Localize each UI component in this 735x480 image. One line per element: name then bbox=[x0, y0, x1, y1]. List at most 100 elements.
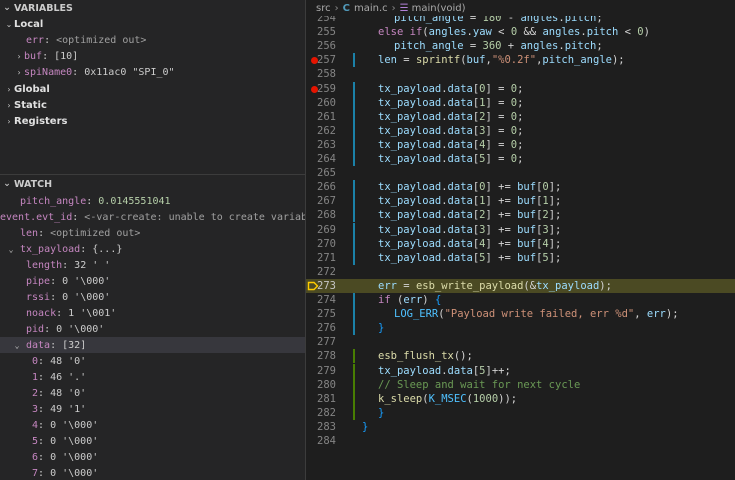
code-line[interactable]: 281 k_sleep(K_MSEC(1000)); bbox=[306, 391, 735, 406]
data-element-row[interactable]: 7: 0 '\000' bbox=[0, 465, 305, 480]
code-line[interactable]: 257 len = sprintf(buf,"%0.2f",pitch_angle… bbox=[306, 53, 735, 68]
change-indicator bbox=[353, 236, 355, 251]
change-indicator bbox=[353, 208, 355, 223]
change-indicator bbox=[353, 222, 355, 237]
variable-name: err bbox=[26, 34, 45, 46]
code-line[interactable]: 262 tx_payload.data[3] = 0; bbox=[306, 123, 735, 138]
watch-item-evt-id[interactable]: event.evt_id : <-var-create: unable to c… bbox=[0, 209, 305, 225]
current-code-line[interactable]: 273 err = esb_write_payload(&tx_payload); bbox=[306, 278, 735, 293]
code-line[interactable]: 272 bbox=[306, 265, 735, 279]
variable-value: 0x11ac0 "SPI_0" bbox=[84, 66, 175, 78]
element-value: 0 '\000' bbox=[50, 451, 99, 463]
code-line[interactable]: 260 tx_payload.data[1] = 0; bbox=[306, 95, 735, 110]
change-indicator bbox=[353, 152, 355, 166]
tx-payload-data[interactable]: ⌄ data : [32] bbox=[0, 337, 305, 353]
data-element-row[interactable]: 2: 48 '0' bbox=[0, 385, 305, 401]
data-element-row[interactable]: 1: 46 '.' bbox=[0, 369, 305, 385]
change-indicator bbox=[353, 405, 355, 420]
code-line[interactable]: 283} bbox=[306, 420, 735, 434]
chevron-right-icon: › bbox=[7, 100, 11, 110]
code-line[interactable]: 271 tx_payload.data[5] += buf[5]; bbox=[306, 250, 735, 265]
scope-registers[interactable]: › Registers bbox=[0, 113, 305, 129]
scope-global[interactable]: › Global bbox=[0, 81, 305, 97]
scope-static[interactable]: › Static bbox=[0, 97, 305, 113]
tx-payload-rssi[interactable]: rssi : 0 '\000' bbox=[0, 289, 305, 305]
tx-payload-length[interactable]: length : 32 ' ' bbox=[0, 257, 305, 273]
field-name: pid bbox=[26, 323, 45, 335]
code-text: tx_payload.data[1] = 0; bbox=[378, 96, 524, 109]
code-text: pitch_angle = 360 + angles.pitch; bbox=[394, 40, 603, 53]
code-line[interactable]: 259 tx_payload.data[0] = 0; bbox=[306, 81, 735, 96]
watch-item-len[interactable]: len : <optimized out> bbox=[0, 225, 305, 241]
code-line[interactable]: 256 pitch_angle = 360 + angles.pitch; bbox=[306, 39, 735, 53]
chevron-right-icon: › bbox=[7, 84, 11, 94]
code-text: // Sleep and wait for next cycle bbox=[378, 378, 581, 391]
code-line[interactable]: 277 bbox=[306, 335, 735, 349]
data-element-row[interactable]: 4: 0 '\000' bbox=[0, 417, 305, 433]
watch-item-tx-payload[interactable]: ⌄ tx_payload : {...} bbox=[0, 241, 305, 257]
code-line[interactable]: 284 bbox=[306, 434, 735, 448]
line-number: 273 bbox=[317, 279, 336, 292]
change-indicator bbox=[353, 293, 355, 307]
scope-local[interactable]: ⌄ Local bbox=[0, 16, 305, 32]
code-line[interactable]: 263 tx_payload.data[4] = 0; bbox=[306, 137, 735, 152]
code-line[interactable]: 261 tx_payload.data[2] = 0; bbox=[306, 109, 735, 124]
code-line[interactable]: 274 if (err) { bbox=[306, 293, 735, 307]
data-element-row[interactable]: 3: 49 '1' bbox=[0, 401, 305, 417]
code-line[interactable]: 279 tx_payload.data[5]++; bbox=[306, 363, 735, 378]
variable-spiname0[interactable]: › spiName0 : 0x11ac0 "SPI_0" bbox=[0, 64, 305, 80]
code-line[interactable]: 278 esb_flush_tx(); bbox=[306, 349, 735, 364]
code-text: tx_payload.data[4] += buf[4]; bbox=[378, 237, 562, 250]
tx-payload-noack[interactable]: noack : 1 '\001' bbox=[0, 305, 305, 321]
debug-sidebar: ⌄ VARIABLES ⌄ Local err : <optimized out… bbox=[0, 0, 306, 480]
data-element-row[interactable]: 5: 0 '\000' bbox=[0, 433, 305, 449]
breadcrumb-symbol[interactable]: main(void) bbox=[412, 3, 466, 14]
code-text: tx_payload.data[0] = 0; bbox=[378, 82, 524, 95]
code-line[interactable]: 265 bbox=[306, 166, 735, 180]
code-line[interactable]: 266 tx_payload.data[0] += buf[0]; bbox=[306, 180, 735, 195]
code-line[interactable]: 275 LOG_ERR("Payload write failed, err %d… bbox=[306, 307, 735, 322]
code-line[interactable]: 280 // Sleep and wait for next cycle bbox=[306, 377, 735, 392]
watch-item-pitch-angle[interactable]: pitch_angle : 0.0145551041 bbox=[0, 193, 305, 209]
code-line[interactable]: 268 tx_payload.data[2] += buf[2]; bbox=[306, 208, 735, 223]
tx-payload-pid[interactable]: pid : 0 '\000' bbox=[0, 321, 305, 337]
change-indicator bbox=[353, 95, 355, 110]
variable-err[interactable]: err : <optimized out> bbox=[0, 32, 305, 48]
watch-value: <-var-create: unable to create variable.… bbox=[84, 211, 305, 223]
variable-buf[interactable]: › buf : [10] bbox=[0, 48, 305, 64]
change-indicator bbox=[353, 81, 355, 96]
code-text: } bbox=[378, 406, 385, 419]
variables-section-header[interactable]: ⌄ VARIABLES bbox=[0, 0, 305, 16]
line-number: 283 bbox=[317, 420, 336, 433]
breadcrumb-file[interactable]: main.c bbox=[354, 3, 388, 14]
field-value: 0 '\000' bbox=[56, 323, 105, 335]
line-number: 267 bbox=[317, 195, 336, 208]
code-line[interactable]: 276} bbox=[306, 321, 735, 336]
code-line[interactable]: 267 tx_payload.data[1] += buf[1]; bbox=[306, 194, 735, 209]
chevron-down-icon: ⌄ bbox=[3, 3, 11, 13]
code-line[interactable]: 255 else if(angles.yaw < 0 && angles.pitc… bbox=[306, 25, 735, 39]
chevron-down-icon: ⌄ bbox=[14, 340, 20, 350]
line-number: 279 bbox=[317, 364, 336, 377]
line-number: 256 bbox=[317, 40, 336, 53]
breadcrumb-folder[interactable]: src bbox=[316, 3, 331, 14]
data-element-row[interactable]: 0: 48 '0' bbox=[0, 353, 305, 369]
code-line[interactable]: 282} bbox=[306, 405, 735, 420]
change-indicator bbox=[353, 307, 355, 322]
line-number: 277 bbox=[317, 336, 336, 349]
code-line[interactable]: 269 tx_payload.data[3] += buf[3]; bbox=[306, 222, 735, 237]
code-line[interactable]: 264 tx_payload.data[5] = 0; bbox=[306, 152, 735, 166]
data-element-row[interactable]: 6: 0 '\000' bbox=[0, 449, 305, 465]
scope-label: Static bbox=[14, 99, 47, 111]
element-value: 48 '0' bbox=[50, 387, 87, 399]
code-line[interactable]: 258 bbox=[306, 67, 735, 81]
code-line[interactable]: 270 tx_payload.data[4] += buf[4]; bbox=[306, 236, 735, 251]
field-value: 0 '\000' bbox=[62, 291, 111, 303]
code-editor[interactable]: src › C main.c › ☰ main(void) 254 pitch_a… bbox=[306, 0, 735, 480]
line-number: 284 bbox=[317, 435, 336, 447]
chevron-right-icon: › bbox=[334, 2, 339, 14]
watch-section-header[interactable]: ⌄ WATCH bbox=[0, 176, 305, 192]
watch-value: {...} bbox=[92, 243, 123, 255]
tx-payload-pipe[interactable]: pipe : 0 '\000' bbox=[0, 273, 305, 289]
watch-name: event.evt_id bbox=[0, 211, 73, 223]
